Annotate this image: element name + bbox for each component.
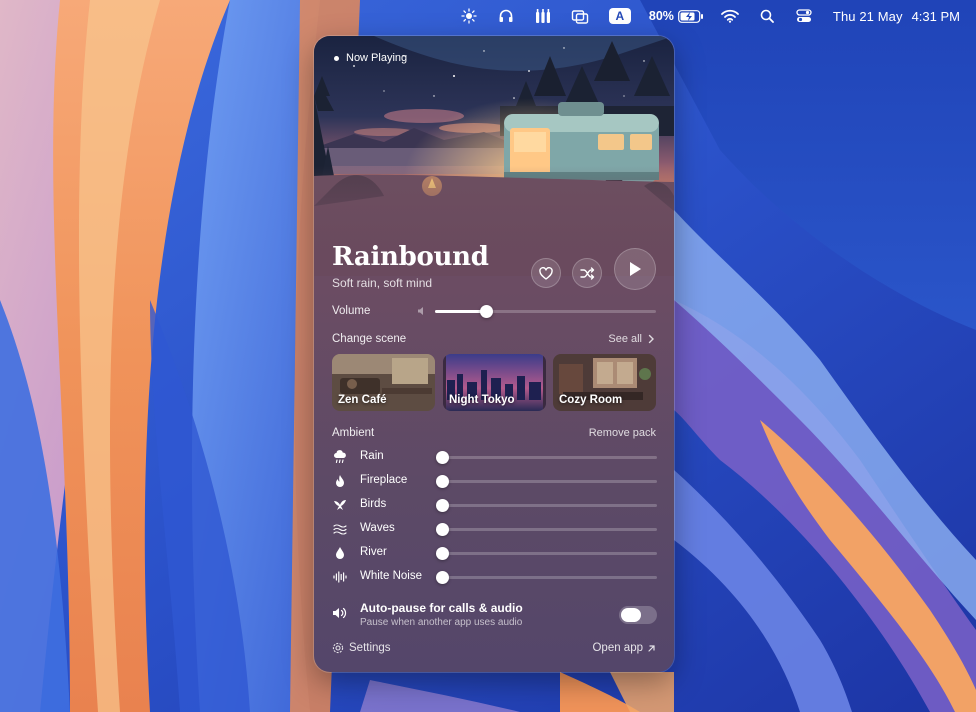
now-playing-indicator: Now Playing <box>334 52 407 64</box>
see-all-link[interactable]: See all <box>608 333 656 345</box>
cloud-rain-icon <box>332 449 348 465</box>
open-app-button[interactable]: Open app <box>592 642 656 654</box>
ambient-label: Ambient <box>332 427 375 439</box>
remove-pack-link[interactable]: Remove pack <box>589 427 656 439</box>
ambient-label-text: Fireplace <box>360 474 408 486</box>
menu-bar: A 80% Thu 21 May 4:31 PM <box>0 0 976 32</box>
ambient-knob[interactable] <box>436 451 449 464</box>
settings-label: Settings <box>349 642 391 654</box>
ambient-label-text: Waves <box>360 522 395 534</box>
scene-card-zen-cafe[interactable]: Zen Café <box>332 354 435 411</box>
autopause-subtitle: Pause when another app uses audio <box>360 617 523 628</box>
droplet-icon <box>332 545 348 561</box>
bottles-icon[interactable] <box>532 5 554 27</box>
ambient-label-text: Birds <box>360 498 387 510</box>
ambient-row-rain: Rain <box>332 448 658 466</box>
ambient-row-river: River <box>332 544 658 562</box>
ambient-knob[interactable] <box>436 499 449 512</box>
ambient-knob[interactable] <box>436 571 449 584</box>
play-icon <box>630 262 641 276</box>
wifi-icon[interactable] <box>719 5 741 27</box>
ambient-knob[interactable] <box>436 523 449 536</box>
shuffle-icon <box>579 266 594 280</box>
ambient-slider[interactable] <box>436 451 657 464</box>
ambient-row-waves: Waves <box>332 520 658 538</box>
window-stack-icon[interactable] <box>569 5 591 27</box>
ambient-row-birds: Birds <box>332 496 658 514</box>
ambient-row-fireplace: Fireplace <box>332 472 658 490</box>
ambient-slider[interactable] <box>436 499 657 512</box>
battery-charging-icon <box>678 9 703 23</box>
gear-icon <box>332 642 344 654</box>
track-title: Rainbound <box>332 242 489 272</box>
now-playing-label: Now Playing <box>346 52 408 64</box>
search-icon[interactable] <box>756 5 778 27</box>
bird-icon <box>332 497 348 513</box>
ambient-slider[interactable] <box>436 475 657 488</box>
track-subtitle: Soft rain, soft mind <box>332 276 433 290</box>
ambient-slider[interactable] <box>436 523 657 536</box>
scene-name: Night Tokyo <box>449 394 515 406</box>
speaker-icon <box>418 307 423 315</box>
volume-label: Volume <box>332 305 371 317</box>
input-source-badge[interactable]: A <box>608 8 631 24</box>
autopause-toggle[interactable] <box>619 606 657 624</box>
toggle-knob <box>621 608 641 622</box>
waves-icon <box>332 521 348 537</box>
settings-button[interactable]: Settings <box>332 642 391 654</box>
scene-card-cozy-room[interactable]: Cozy Room <box>553 354 656 411</box>
menu-time[interactable]: 4:31 PM <box>912 9 960 24</box>
scene-card-night-tokyo[interactable]: Night Tokyo <box>443 354 546 411</box>
waveform-icon <box>332 569 348 585</box>
chevron-right-icon <box>648 334 654 344</box>
autopause-title: Auto-pause for calls & audio <box>360 601 523 615</box>
arrow-up-right-icon <box>648 644 655 652</box>
volume-fill <box>435 310 486 313</box>
live-dot-icon <box>334 55 339 61</box>
speaker-wave-icon <box>333 607 347 619</box>
ambient-slider[interactable] <box>436 571 657 584</box>
shuffle-button[interactable] <box>572 258 602 288</box>
battery-percent: 80% <box>648 9 674 23</box>
change-scene-label: Change scene <box>332 333 407 345</box>
see-all-label: See all <box>608 333 642 345</box>
play-button[interactable] <box>614 248 656 290</box>
ambient-row-white-noise: White Noise <box>332 568 658 586</box>
headphones-icon[interactable] <box>495 5 517 27</box>
volume-slider[interactable] <box>435 305 656 318</box>
favorite-button[interactable] <box>531 258 561 288</box>
ambient-knob[interactable] <box>436 547 449 560</box>
ambient-slider[interactable] <box>436 547 657 560</box>
scene-name: Zen Café <box>338 394 387 406</box>
flame-icon <box>332 473 348 489</box>
control-center-icon[interactable] <box>793 5 815 27</box>
sun-icon[interactable] <box>458 5 480 27</box>
now-playing-panel: Now Playing Rainbound Soft rain, soft mi… <box>314 36 674 672</box>
open-app-label: Open app <box>592 642 643 654</box>
ambient-label-text: River <box>360 546 387 558</box>
ambient-label-text: White Noise <box>360 570 422 582</box>
heart-icon <box>539 266 553 280</box>
battery-status[interactable]: 80% <box>649 9 704 23</box>
menu-date[interactable]: Thu 21 May <box>833 9 903 24</box>
scene-name: Cozy Room <box>559 394 623 406</box>
ambient-label-text: Rain <box>360 450 384 462</box>
ambient-knob[interactable] <box>436 475 449 488</box>
volume-knob[interactable] <box>479 305 493 318</box>
